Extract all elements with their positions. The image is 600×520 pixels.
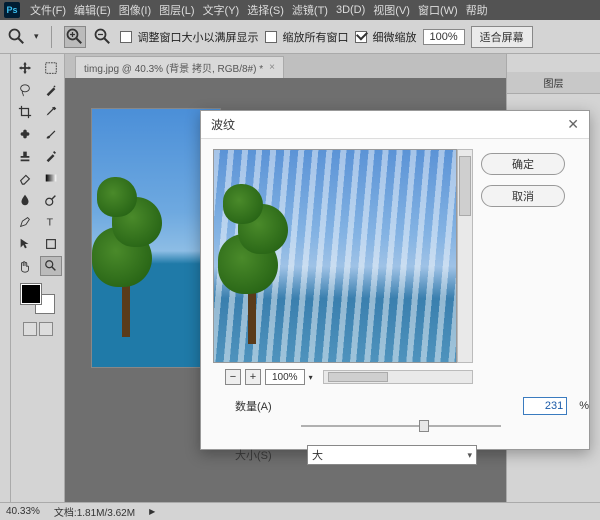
menu-file[interactable]: 文件(F)	[30, 2, 66, 18]
history-brush-tool-icon[interactable]	[40, 146, 62, 166]
dropdown-arrow-icon[interactable]: ▾	[34, 31, 39, 42]
zoom-tool-icon-selected[interactable]	[40, 256, 62, 276]
shape-tool-icon[interactable]	[40, 234, 62, 254]
menu-filter[interactable]: 滤镜(T)	[292, 2, 328, 18]
size-select-arrow-icon: ▾	[467, 450, 472, 461]
amount-label: 数量(A)	[235, 398, 295, 414]
fit-screen-button[interactable]: 适合屏幕	[471, 26, 533, 48]
resize-window-checkbox[interactable]	[120, 31, 132, 43]
ok-button[interactable]: 确定	[481, 153, 565, 175]
left-dock-handle[interactable]	[0, 54, 11, 502]
eyedropper-tool-icon[interactable]	[40, 102, 62, 122]
amount-input[interactable]	[523, 397, 567, 415]
panel-tab-layers[interactable]: 图层	[507, 72, 600, 93]
options-bar: ▾ 调整窗口大小以满屏显示 缩放所有窗口 细微缩放 100% 适合屏幕	[0, 20, 600, 54]
crop-tool-icon[interactable]	[14, 102, 36, 122]
hand-tool-icon[interactable]	[14, 256, 36, 276]
status-doc: 文档:1.81M/3.62M	[54, 504, 135, 519]
dialog-close-icon[interactable]: ✕	[567, 116, 579, 133]
lasso-tool-icon[interactable]	[14, 80, 36, 100]
toolbox: T	[11, 54, 65, 502]
zoom-100-button[interactable]: 100%	[423, 29, 465, 45]
close-tab-icon[interactable]: ×	[269, 62, 275, 73]
status-bar: 40.33% 文档:1.81M/3.62M ▶	[0, 502, 600, 520]
menu-select[interactable]: 选择(S)	[247, 2, 284, 18]
size-select-value: 大	[312, 447, 323, 463]
svg-text:T: T	[46, 217, 53, 229]
preview-zoom-in-button[interactable]: +	[245, 369, 261, 385]
size-select[interactable]: 大 ▾	[307, 445, 477, 465]
size-label: 大小(S)	[235, 447, 295, 463]
document-tabstrip: timg.jpg @ 40.3% (背景 拷贝, RGB/8#) * ×	[65, 54, 506, 78]
scrubby-zoom-checkbox[interactable]	[355, 31, 367, 43]
menu-type[interactable]: 文字(Y)	[203, 2, 240, 18]
path-select-tool-icon[interactable]	[14, 234, 36, 254]
dodge-tool-icon[interactable]	[40, 190, 62, 210]
zoom-tool-icon[interactable]	[6, 26, 28, 48]
gradient-tool-icon[interactable]	[40, 168, 62, 188]
ps-logo: Ps	[4, 2, 20, 18]
zoom-all-label: 缩放所有窗口	[283, 29, 349, 45]
move-tool-icon[interactable]	[14, 58, 36, 78]
dialog-title: 波纹	[211, 116, 235, 133]
zoom-in-icon[interactable]	[64, 26, 86, 48]
zoom-out-icon[interactable]	[92, 26, 114, 48]
marquee-tool-icon[interactable]	[40, 58, 62, 78]
menu-edit[interactable]: 编辑(E)	[74, 2, 111, 18]
zoom-all-checkbox[interactable]	[265, 31, 277, 43]
color-swatch[interactable]	[21, 284, 55, 314]
quickmask-screenmode[interactable]	[23, 322, 53, 336]
wand-tool-icon[interactable]	[40, 80, 62, 100]
eraser-tool-icon[interactable]	[14, 168, 36, 188]
amount-unit: %	[579, 400, 589, 412]
preview-hscroll[interactable]	[323, 370, 473, 384]
type-tool-icon[interactable]: T	[40, 212, 62, 232]
stamp-tool-icon[interactable]	[14, 146, 36, 166]
heal-tool-icon[interactable]	[14, 124, 36, 144]
menu-view[interactable]: 视图(V)	[373, 2, 410, 18]
preview-vscroll[interactable]	[457, 149, 473, 363]
menu-window[interactable]: 窗口(W)	[418, 2, 458, 18]
amount-slider[interactable]	[301, 419, 501, 433]
resize-window-label: 调整窗口大小以满屏显示	[138, 29, 259, 45]
preview-zoom-out-button[interactable]: −	[225, 369, 241, 385]
pen-tool-icon[interactable]	[14, 212, 36, 232]
menu-layer[interactable]: 图层(L)	[159, 2, 194, 18]
menu-help[interactable]: 帮助	[466, 2, 488, 18]
menu-image[interactable]: 图像(I)	[119, 2, 151, 18]
cancel-button[interactable]: 取消	[481, 185, 565, 207]
preview-zoom-value[interactable]: 100%	[265, 369, 305, 385]
document-tab-title: timg.jpg @ 40.3% (背景 拷贝, RGB/8#) *	[84, 60, 263, 75]
brush-tool-icon[interactable]	[40, 124, 62, 144]
preview-zoom-arrow-icon[interactable]: ▾	[309, 373, 313, 382]
menu-3d[interactable]: 3D(D)	[336, 4, 365, 16]
status-arrow-icon[interactable]: ▶	[149, 507, 155, 516]
menubar: Ps 文件(F) 编辑(E) 图像(I) 图层(L) 文字(Y) 选择(S) 滤…	[0, 0, 600, 20]
blur-tool-icon[interactable]	[14, 190, 36, 210]
status-zoom[interactable]: 40.33%	[6, 506, 40, 517]
filter-preview[interactable]	[213, 149, 457, 363]
scrubby-zoom-label: 细微缩放	[373, 29, 417, 45]
document-tab[interactable]: timg.jpg @ 40.3% (背景 拷贝, RGB/8#) * ×	[75, 56, 284, 78]
ripple-dialog: 波纹 ✕ − + 100% ▾ 确定 取消 数量(A)	[200, 110, 590, 450]
